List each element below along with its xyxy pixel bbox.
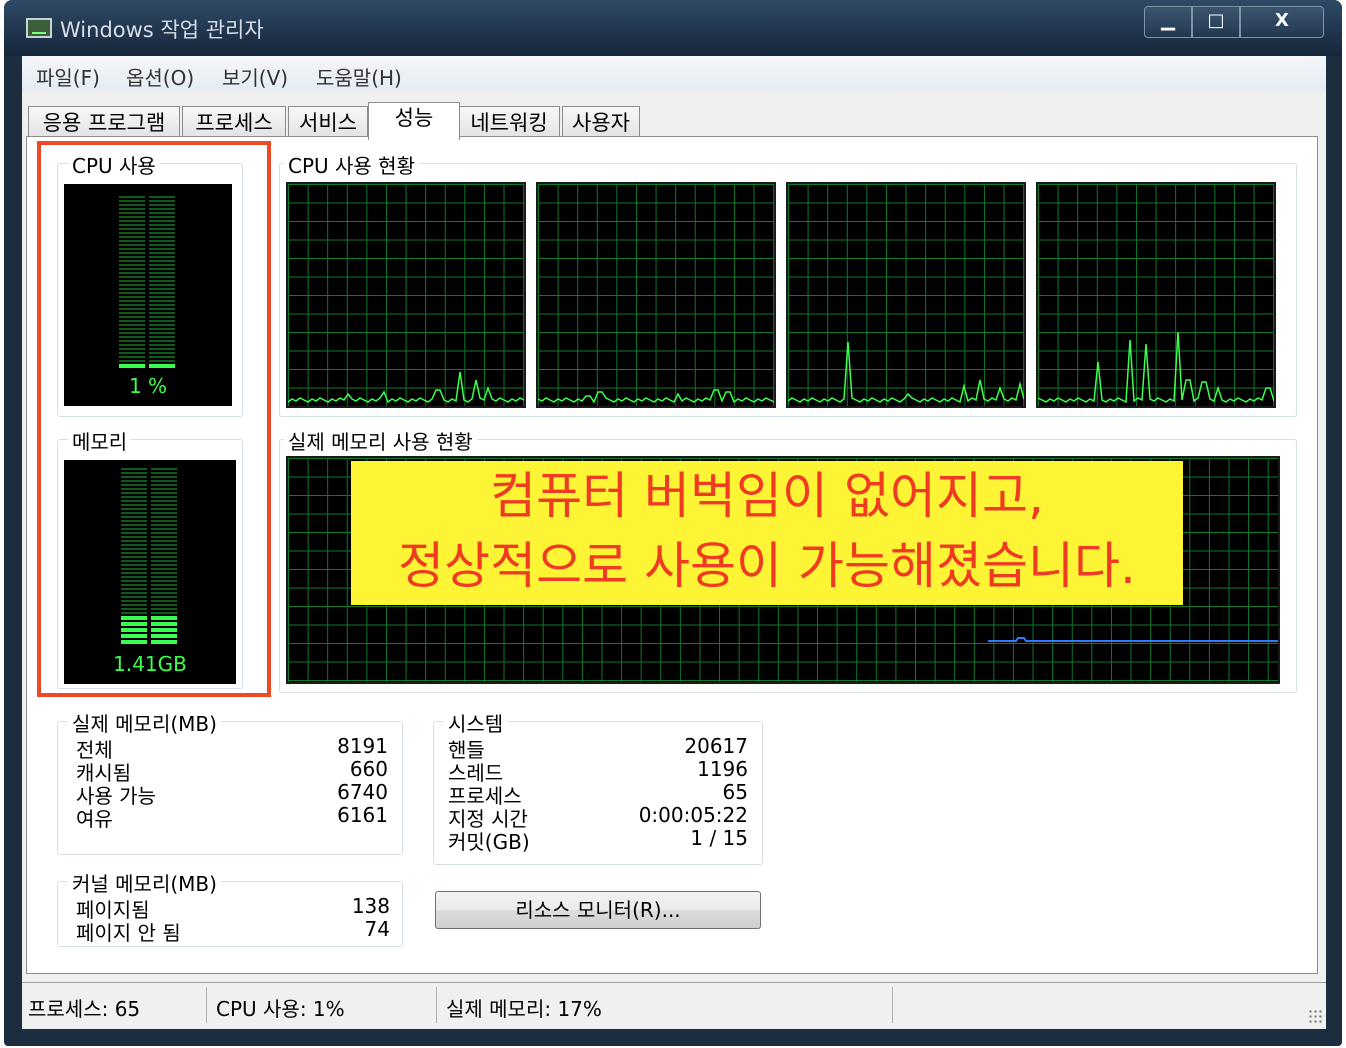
physical-memory-group: 실제 메모리(MB) 전체 8191 캐시됨 660 사용 가능 6740 여유… [57, 708, 403, 855]
tab-applications[interactable]: 응용 프로그램 [28, 106, 180, 138]
window-title: Windows 작업 관리자 [60, 18, 264, 42]
menu-help[interactable]: 도움말(H) [316, 62, 402, 91]
tab-users[interactable]: 사용자 [562, 106, 640, 138]
stat-value: 0:00:05:22 [638, 803, 748, 827]
annotation-banner: 컴퓨터 버벅임이 없어지고, 정상적으로 사용이 가능해졌습니다. [351, 461, 1183, 605]
tab-networking[interactable]: 네트워킹 [458, 106, 560, 138]
close-button[interactable]: X [1240, 6, 1324, 38]
cpu-core-trace [538, 389, 774, 404]
stat-value: 8191 [337, 734, 388, 758]
physical-memory-label: 실제 메모리(MB) [68, 708, 221, 737]
cpu-core-graph [1036, 182, 1276, 408]
cpu-core-trace [288, 371, 524, 404]
tab-services[interactable]: 서비스 [288, 106, 368, 138]
menu-bar: 파일(F) 옵션(O) 보기(V) 도움말(H) [22, 56, 1326, 92]
stat-label: 여유 [76, 807, 113, 831]
cpu-history-label: CPU 사용 현황 [284, 150, 419, 179]
menu-file[interactable]: 파일(F) [36, 62, 100, 91]
status-memory: 실제 메모리: 17% [446, 997, 602, 1021]
stat-label: 커밋(GB) [448, 830, 530, 854]
status-bar: 프로세스: 65 CPU 사용: 1% 실제 메모리: 17% [22, 982, 1326, 1029]
stat-value: 74 [364, 917, 390, 941]
annotation-line-2: 정상적으로 사용이 가능해졌습니다. [398, 537, 1136, 595]
stat-value: 1196 [697, 757, 748, 781]
cpu-core-graph [536, 182, 776, 408]
system-label: 시스템 [444, 708, 508, 737]
menu-view[interactable]: 보기(V) [222, 62, 288, 91]
highlight-box [37, 141, 271, 697]
resize-grip-icon[interactable] [1308, 1009, 1322, 1023]
stat-value: 6161 [337, 803, 388, 827]
stat-value: 6740 [337, 780, 388, 804]
kernel-memory-group: 커널 메모리(MB) 페이지됨 138 페이지 안 됨 74 [57, 868, 403, 947]
cpu-core-graph [786, 182, 1026, 408]
cpu-core-graph [286, 182, 526, 408]
title-bar[interactable]: Windows 작업 관리자 ▁ □ X [4, 0, 1342, 56]
task-manager-icon [26, 18, 52, 38]
kernel-memory-label: 커널 메모리(MB) [68, 868, 221, 897]
cpu-core-trace [1038, 331, 1274, 404]
stat-value: 138 [351, 894, 390, 918]
memory-history-label: 실제 메모리 사용 현황 [284, 426, 477, 455]
cpu-history-group: CPU 사용 현황 [279, 150, 1297, 417]
stat-label: 페이지 안 됨 [76, 921, 181, 945]
stat-value: 65 [722, 780, 748, 804]
status-processes: 프로세스: 65 [28, 997, 141, 1021]
status-cpu: CPU 사용: 1% [216, 997, 345, 1021]
stat-value: 1 / 15 [690, 826, 748, 850]
cpu-core-trace [788, 341, 1024, 404]
menu-options[interactable]: 옵션(O) [126, 62, 194, 91]
memory-history-line [988, 637, 1278, 642]
system-group: 시스템 핸들 20617 스레드 1196 프로세스 65 지정 시간 0:00… [433, 708, 763, 865]
annotation-line-1: 컴퓨터 버벅임이 없어지고, [490, 467, 1044, 525]
resource-monitor-button[interactable]: 리소스 모니터(R)... [435, 891, 761, 929]
stat-value: 20617 [684, 734, 748, 758]
stat-value: 660 [349, 757, 388, 781]
minimize-button[interactable]: ▁ [1144, 6, 1192, 38]
tab-performance[interactable]: 성능 [368, 102, 460, 140]
tab-processes[interactable]: 프로세스 [182, 106, 286, 138]
tab-strip: 응용 프로그램 프로세스 서비스 성능 네트워킹 사용자 [22, 102, 1326, 140]
maximize-button[interactable]: □ [1192, 6, 1240, 38]
